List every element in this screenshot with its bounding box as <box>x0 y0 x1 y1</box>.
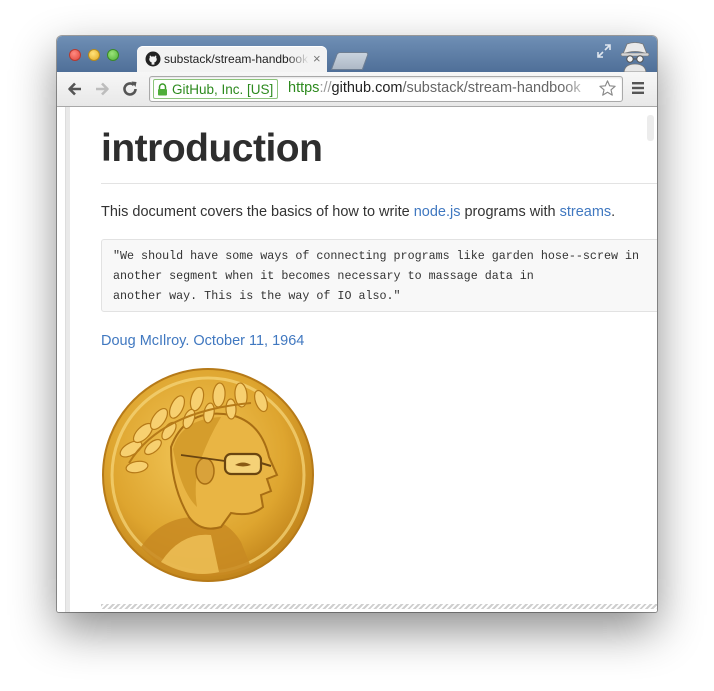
title-divider <box>101 183 657 184</box>
browser-window: substack/stream-handbook × GitHub, Inc. … <box>57 36 657 612</box>
ev-certificate-badge[interactable]: GitHub, Inc. [US] <box>153 79 279 99</box>
quote-line-1: "We should have some ways of connecting … <box>113 249 640 263</box>
quote-line-2: another segment when it becomes necessar… <box>113 269 534 283</box>
intro-middle: programs with <box>460 204 560 220</box>
nodejs-link[interactable]: node.js <box>414 204 461 220</box>
browser-toolbar: GitHub, Inc. [US] https://github.com/sub… <box>57 72 657 107</box>
url-separator: :// <box>319 80 332 96</box>
window-close-button[interactable] <box>69 49 81 61</box>
reload-icon[interactable] <box>120 79 140 99</box>
ev-label: GitHub, Inc. [US] <box>172 81 274 97</box>
forward-arrow-icon[interactable] <box>92 79 112 99</box>
star-icon[interactable] <box>598 79 617 98</box>
lock-icon <box>158 82 167 95</box>
attribution-link[interactable]: Doug McIlroy. October 11, 1964 <box>101 333 304 349</box>
address-bar[interactable]: GitHub, Inc. [US] https://github.com/sub… <box>149 76 623 102</box>
url-host: github.com <box>331 80 403 96</box>
back-arrow-icon[interactable] <box>65 79 85 99</box>
window-zoom-button[interactable] <box>107 49 119 61</box>
incognito-icon <box>620 42 650 72</box>
url-text[interactable]: https://github.com/substack/stream-handb… <box>288 80 593 98</box>
quote-block: "We should have some ways of connecting … <box>101 239 657 312</box>
intro-paragraph: This document covers the basics of how t… <box>101 204 615 220</box>
tab-title: substack/stream-handbook <box>164 52 309 66</box>
scrollbar-thumb[interactable] <box>647 115 654 141</box>
github-icon <box>145 51 161 67</box>
content-bottom-border <box>101 604 657 609</box>
intro-prefix: This document covers the basics of how t… <box>101 204 414 220</box>
tab-strip: substack/stream-handbook × <box>57 36 657 72</box>
window-minimize-button[interactable] <box>88 49 100 61</box>
fullscreen-icon[interactable] <box>596 43 612 59</box>
page-title: introduction <box>101 127 323 170</box>
menu-icon[interactable] <box>631 81 645 95</box>
page-content: introduction This document covers the ba… <box>57 107 657 612</box>
quote-line-3: another way. This is the way of IO also.… <box>113 289 401 303</box>
url-scheme: https <box>288 80 320 96</box>
content-left-border <box>65 107 70 612</box>
streams-link[interactable]: streams <box>560 204 612 220</box>
active-tab[interactable]: substack/stream-handbook × <box>137 46 327 72</box>
coin-portrait-image <box>102 368 314 582</box>
url-path: /substack/stream-handbook <box>402 80 581 96</box>
tab-close-icon[interactable]: × <box>313 51 321 66</box>
intro-suffix: . <box>611 204 616 220</box>
new-tab-button[interactable] <box>330 52 370 70</box>
